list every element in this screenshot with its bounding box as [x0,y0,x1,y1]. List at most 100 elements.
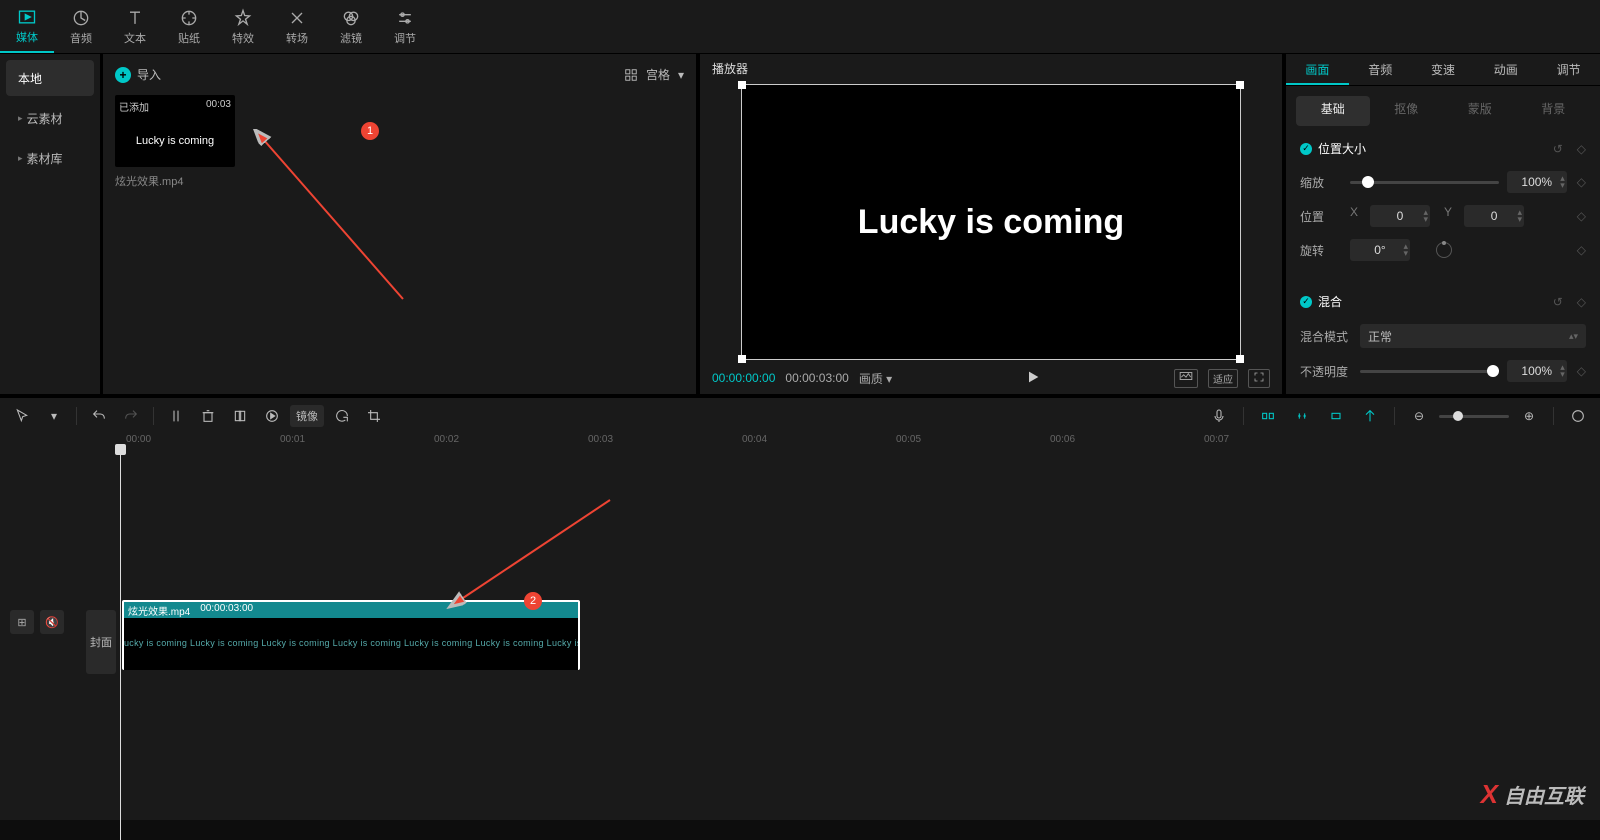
keyframe-icon[interactable]: ◇ [1577,243,1586,257]
prop-tab-audio[interactable]: 音频 [1349,54,1412,85]
group-blend: ✓ 混合 ↺◇ 混合模式 正常▴▾ 不透明度 100%▴▾ ◇ [1286,283,1600,404]
zoom-slider[interactable] [1439,415,1509,418]
resize-handle[interactable] [738,355,746,363]
dropdown-icon[interactable]: ▾ [40,402,68,430]
tab-audio[interactable]: 音频 [54,0,108,53]
subtab-mask[interactable]: 蒙版 [1443,96,1517,126]
tab-adjust[interactable]: 调节 [378,0,432,53]
crop-ratio-button[interactable] [360,402,388,430]
keyframe-icon[interactable]: ◇ [1577,364,1586,378]
resize-handle[interactable] [1236,81,1244,89]
top-tabs: 媒体 音频 文本 贴纸 特效 转场 滤镜 调节 [0,0,1600,54]
player-panel: 播放器 Lucky is coming 00:00:00:00 00:00:03… [696,54,1286,394]
reset-icon[interactable]: ↺ [1553,295,1563,309]
import-button[interactable]: + 导入 [115,66,161,83]
media-panel: + 导入 宫格 ▾ 已添加00:03 Lucky is coming 炫光效果.… [100,54,696,394]
tab-text-label: 文本 [124,30,146,46]
prop-tab-picture[interactable]: 画面 [1286,54,1349,85]
play-button[interactable] [1025,369,1041,388]
timeline-ruler[interactable]: 00:00 00:01 00:02 00:03 00:04 00:05 00:0… [0,434,1600,450]
keyframe-icon[interactable]: ◇ [1577,295,1586,309]
annotation-badge-1: 1 [361,122,379,140]
check-icon[interactable]: ✓ [1300,296,1312,308]
mirror-button[interactable]: 镜像 [290,405,324,427]
position-y[interactable]: 0▴▾ [1464,205,1524,227]
rotate-button[interactable] [328,402,356,430]
preview-text: Lucky is coming [858,203,1124,242]
y-label: Y [1444,205,1452,227]
nav-cloud[interactable]: ▸云素材 [6,100,94,136]
delete-button[interactable] [194,402,222,430]
grid-icon [624,68,638,82]
rotation-dial[interactable] [1436,242,1452,258]
playhead[interactable] [120,450,121,840]
media-thumbnail[interactable]: 已添加00:03 Lucky is coming 炫光效果.mp4 [115,95,235,189]
check-icon[interactable]: ✓ [1300,143,1312,155]
prop-tab-anim[interactable]: 动画 [1474,54,1537,85]
crop-button[interactable] [226,402,254,430]
watermark: X自由互联 [1481,779,1584,810]
tab-media[interactable]: 媒体 [0,0,54,53]
zoom-fit-button[interactable] [1564,402,1592,430]
current-time: 00:00:00:00 [712,371,775,385]
lock-button[interactable]: ⊞ [10,610,34,634]
blend-mode-select[interactable]: 正常▴▾ [1360,324,1586,348]
subtab-cutout[interactable]: 抠像 [1370,96,1444,126]
prop-tab-speed[interactable]: 变速 [1412,54,1475,85]
resize-handle[interactable] [738,81,746,89]
scale-value[interactable]: 100%▴▾ [1507,171,1567,193]
player-canvas[interactable]: Lucky is coming [700,82,1282,362]
select-tool[interactable] [8,402,36,430]
thumb-preview-text: Lucky is coming [119,135,231,163]
undo-button[interactable] [85,402,113,430]
record-button[interactable] [258,402,286,430]
player-title: 播放器 [700,54,1282,82]
zoom-out-button[interactable]: ⊖ [1405,402,1433,430]
opacity-slider[interactable] [1360,370,1499,373]
nav-local[interactable]: 本地 [6,60,94,96]
cover-button[interactable]: 封面 [86,610,116,674]
rotation-value[interactable]: 0°▴▾ [1350,239,1410,261]
annotation-arrow-2: 2 [440,490,620,623]
keyframe-icon[interactable]: ◇ [1577,175,1586,189]
zoom-in-button[interactable]: ⊕ [1515,402,1543,430]
clip-duration: 00:00:03:00 [200,603,253,617]
tab-text[interactable]: 文本 [108,0,162,53]
tab-effect[interactable]: 特效 [216,0,270,53]
opacity-value[interactable]: 100%▴▾ [1507,360,1567,382]
split-button[interactable] [162,402,190,430]
tab-transition[interactable]: 转场 [270,0,324,53]
tab-filter[interactable]: 滤镜 [324,0,378,53]
prop-tab-adjust[interactable]: 调节 [1537,54,1600,85]
nav-library[interactable]: ▸素材库 [6,140,94,176]
chevron-right-icon: ▸ [18,113,23,124]
keyframe-icon[interactable]: ◇ [1577,142,1586,156]
mute-button[interactable]: 🔇 [40,610,64,634]
chevron-down-icon: ▾ [678,68,684,82]
subtab-basic[interactable]: 基础 [1296,96,1370,126]
redo-button[interactable] [117,402,145,430]
scale-slider[interactable] [1350,181,1499,184]
position-x[interactable]: 0▴▾ [1370,205,1430,227]
fullscreen-button[interactable] [1248,369,1270,388]
quality-dropdown[interactable]: 画质 ▾ [859,370,892,387]
align-button[interactable] [1356,402,1384,430]
thumb-filename: 炫光效果.mp4 [115,173,235,189]
link-button[interactable] [1288,402,1316,430]
resize-handle[interactable] [1236,355,1244,363]
view-toggle[interactable]: 宫格 ▾ [624,66,684,83]
tracks-area[interactable]: ⊞ 🔇 封面 炫光效果.mp400:00:03:00 ucky is comin… [0,450,1600,820]
subtab-bg[interactable]: 背景 [1517,96,1591,126]
fit-button[interactable]: 适应 [1208,369,1238,388]
tab-sticker[interactable]: 贴纸 [162,0,216,53]
keyframe-icon[interactable]: ◇ [1577,209,1586,223]
tab-audio-label: 音频 [70,30,92,46]
opacity-label: 不透明度 [1300,363,1360,380]
reset-icon[interactable]: ↺ [1553,142,1563,156]
timeline: ▾ 镜像 ⊖ ⊕ 00:00 00:01 00:02 00: [0,394,1600,820]
magnet-button[interactable] [1254,402,1282,430]
mic-button[interactable] [1205,402,1233,430]
snapshot-button[interactable] [1174,369,1198,388]
snap-button[interactable] [1322,402,1350,430]
total-time: 00:00:03:00 [785,371,848,385]
